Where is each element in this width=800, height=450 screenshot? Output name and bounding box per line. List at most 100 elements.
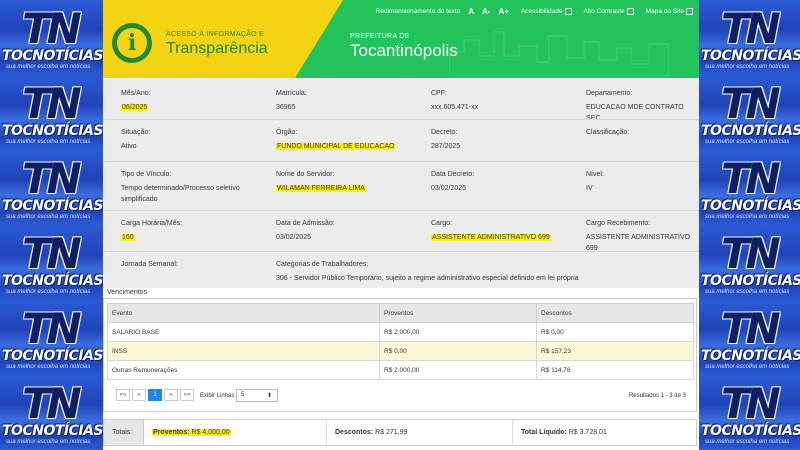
watermark-tile: TN TOCNOTÍCIAS sua melhor escolha em notíc… (699, 225, 800, 300)
field-cargo-recebimento: Cargo Recebimento: ASSISTENTE ADMINISTRA… (586, 220, 699, 254)
row-divider (103, 251, 699, 252)
prefeitura-title[interactable]: Tocantinópolis (350, 41, 458, 61)
page-1-button[interactable]: 1 (148, 389, 162, 401)
proventos-total-label: Proventos: (153, 429, 190, 436)
field-value: xxx.605.471-xx (431, 104, 479, 111)
accessibility-label: Acessibilidade (520, 8, 563, 16)
field-cargo: Cargo: ASSISTENTE ADMINISTRATIVO 699 (431, 220, 551, 243)
brand-title[interactable]: Transparência (166, 40, 268, 58)
rows-per-page-select[interactable]: 5 ⬍ (236, 389, 278, 402)
tocnoticias-wordmark: TOCNOTÍCIAS (701, 423, 800, 439)
field-label: Órgão: (276, 129, 298, 136)
watermark-tagline: sua melhor escolha em notícias (705, 289, 790, 295)
brand-subtitle: ACESSO À INFORMAÇÃO E (166, 31, 265, 38)
font-increase-button[interactable]: A+ (498, 7, 508, 16)
field-label: Data Decreto: (431, 171, 475, 178)
table-row[interactable]: INSS R$ 0,00 R$ 157,23 (107, 341, 694, 361)
chevron-down-icon: ⬍ (266, 393, 272, 399)
prefeitura-subtitle: PREFEITURA DE (350, 33, 410, 40)
field-value: WILAMAN FERREIRA LIMA (276, 185, 366, 192)
vencimentos-title: Vencimentos (107, 289, 148, 296)
tn-logo: TN (22, 304, 82, 353)
field-label: Tipo de Vínculo: (121, 171, 172, 178)
field-label: Categorias de Trabalhadores: (276, 261, 369, 268)
vencimentos-panel: Evento Proventos Descontos SALARIO BASE … (103, 298, 697, 412)
watermark-tagline: sua melhor escolha em notícias (705, 214, 790, 220)
tn-logo: TN (721, 229, 781, 278)
font-normal-button[interactable]: A (468, 7, 474, 16)
transparency-page: i ACESSO À INFORMAÇÃO E Transparência PR… (103, 0, 699, 450)
watermark-tagline: sua melhor escolha em notícias (6, 364, 91, 370)
field-value: Ativo (121, 143, 137, 150)
transparency-logo[interactable]: i (112, 23, 152, 63)
sitemap-icon (686, 7, 693, 15)
field-label: Departamento: (586, 90, 633, 97)
field-label: Carga Horária/Mês: (121, 220, 183, 227)
field-value: FUNDO MUNICIPAL DE EDUCACAO (276, 143, 396, 150)
sitemap-link[interactable]: Mapa do Site (646, 7, 693, 15)
column-header-proventos[interactable]: Proventos (379, 303, 537, 323)
field-jornada-semanal: Jornada Semanal: (121, 261, 178, 273)
field-value: 36965 (276, 104, 296, 111)
field-label: Cargo: (431, 220, 453, 227)
field-label: Cargo Recebimento: (586, 220, 651, 227)
last-page-button[interactable]: »» (180, 389, 194, 401)
totals-liquido: Total Líquido: R$ 3.728,01 (512, 420, 607, 445)
watermark-tile: TN TOCNOTÍCIAS sua melhor escolha em notíc… (699, 375, 800, 450)
field-orgao: Órgão: FUNDO MUNICIPAL DE EDUCACAO (276, 129, 396, 152)
tn-logo: TN (22, 229, 82, 278)
tocnoticias-wordmark: TOCNOTÍCIAS (701, 348, 800, 364)
tn-logo: TN (721, 304, 781, 353)
field-data-admissao: Data de Admissão: 03/02/2025 (276, 220, 335, 243)
field-value: 306 - Servidor Público Temporário, sujei… (276, 275, 579, 282)
field-label: Nome do Servidor: (276, 171, 335, 178)
row-divider (103, 119, 699, 120)
accessibility-link[interactable]: Acessibilidade (520, 7, 572, 16)
pagination: «« « 1 » »» (116, 389, 194, 401)
totals-bar: Totais: Proventos: R$ 4.000,00 Descontos… (103, 419, 697, 446)
field-nivel: Nível: IV (586, 171, 604, 194)
cell-evento: SALARIO BASE (107, 322, 380, 342)
field-value: ASSISTENTE ADMINISTRATIVO 699 (431, 234, 551, 241)
field-label: Nível: (586, 171, 604, 178)
next-page-button[interactable]: » (164, 389, 178, 401)
field-value: 03/02/2025 (431, 185, 467, 192)
left-watermark-banner: TN TOCNOTÍCIAS sua melhor escolha em notíc… (0, 0, 103, 450)
field-value: 160 (121, 234, 135, 241)
first-page-button[interactable]: «« (116, 389, 130, 401)
cell-proventos: R$ 2.000,00 (379, 322, 537, 342)
field-label: CPF: (431, 90, 447, 97)
watermark-tagline: sua melhor escolha em notícias (6, 214, 91, 220)
field-label: Classificação: (586, 129, 630, 136)
text-resize-label: Redimensionamento do texto (375, 8, 461, 15)
tn-logo: TN (721, 379, 781, 428)
proventos-total-value: R$ 4.000,00 (191, 429, 230, 436)
watermark-tile: TN TOCNOTÍCIAS sua melhor escolha em notíc… (0, 225, 103, 300)
table-row[interactable]: Outras Remunerações R$ 2.000,00 R$ 114,7… (107, 360, 694, 380)
field-classificacao: Classificação: (586, 129, 629, 141)
watermark-tile: TN TOCNOTÍCIAS sua melhor escolha em notíc… (0, 300, 103, 375)
table-row[interactable]: SALARIO BASE R$ 2.000,00 R$ 0,00 (107, 322, 694, 342)
results-count: Resultados 1 - 3 de 3 (628, 393, 686, 399)
font-decrease-button[interactable]: A- (482, 7, 490, 16)
high-contrast-link[interactable]: Alto Contraste (584, 7, 634, 15)
row-divider (103, 210, 699, 211)
tocnoticias-wordmark: TOCNOTÍCIAS (2, 198, 103, 214)
field-value: Tempo determinado/Processo seletivo simp… (121, 185, 240, 203)
rows-per-page-value: 5 (241, 392, 245, 398)
field-matricula: Matrícula: 36965 (276, 90, 307, 113)
vencimentos-table: Evento Proventos Descontos SALARIO BASE … (107, 303, 694, 380)
tocnoticias-wordmark: TOCNOTÍCIAS (2, 48, 103, 64)
watermark-tagline: sua melhor escolha em notícias (705, 439, 790, 445)
field-value: 06/2025 (121, 104, 149, 111)
tocnoticias-wordmark: TOCNOTÍCIAS (701, 273, 800, 289)
liquido-total-value: R$ 3.728,01 (568, 429, 607, 436)
tn-logo: TN (721, 154, 781, 203)
field-tipo-vinculo: Tipo de Vínculo: Tempo determinado/Proce… (121, 171, 261, 205)
prev-page-button[interactable]: « (132, 389, 146, 401)
field-label: Jornada Semanal: (121, 261, 178, 268)
field-value: IV (586, 185, 593, 192)
column-header-evento[interactable]: Evento (107, 303, 380, 323)
column-header-descontos[interactable]: Descontos (536, 303, 694, 323)
info-icon: i (117, 28, 147, 58)
